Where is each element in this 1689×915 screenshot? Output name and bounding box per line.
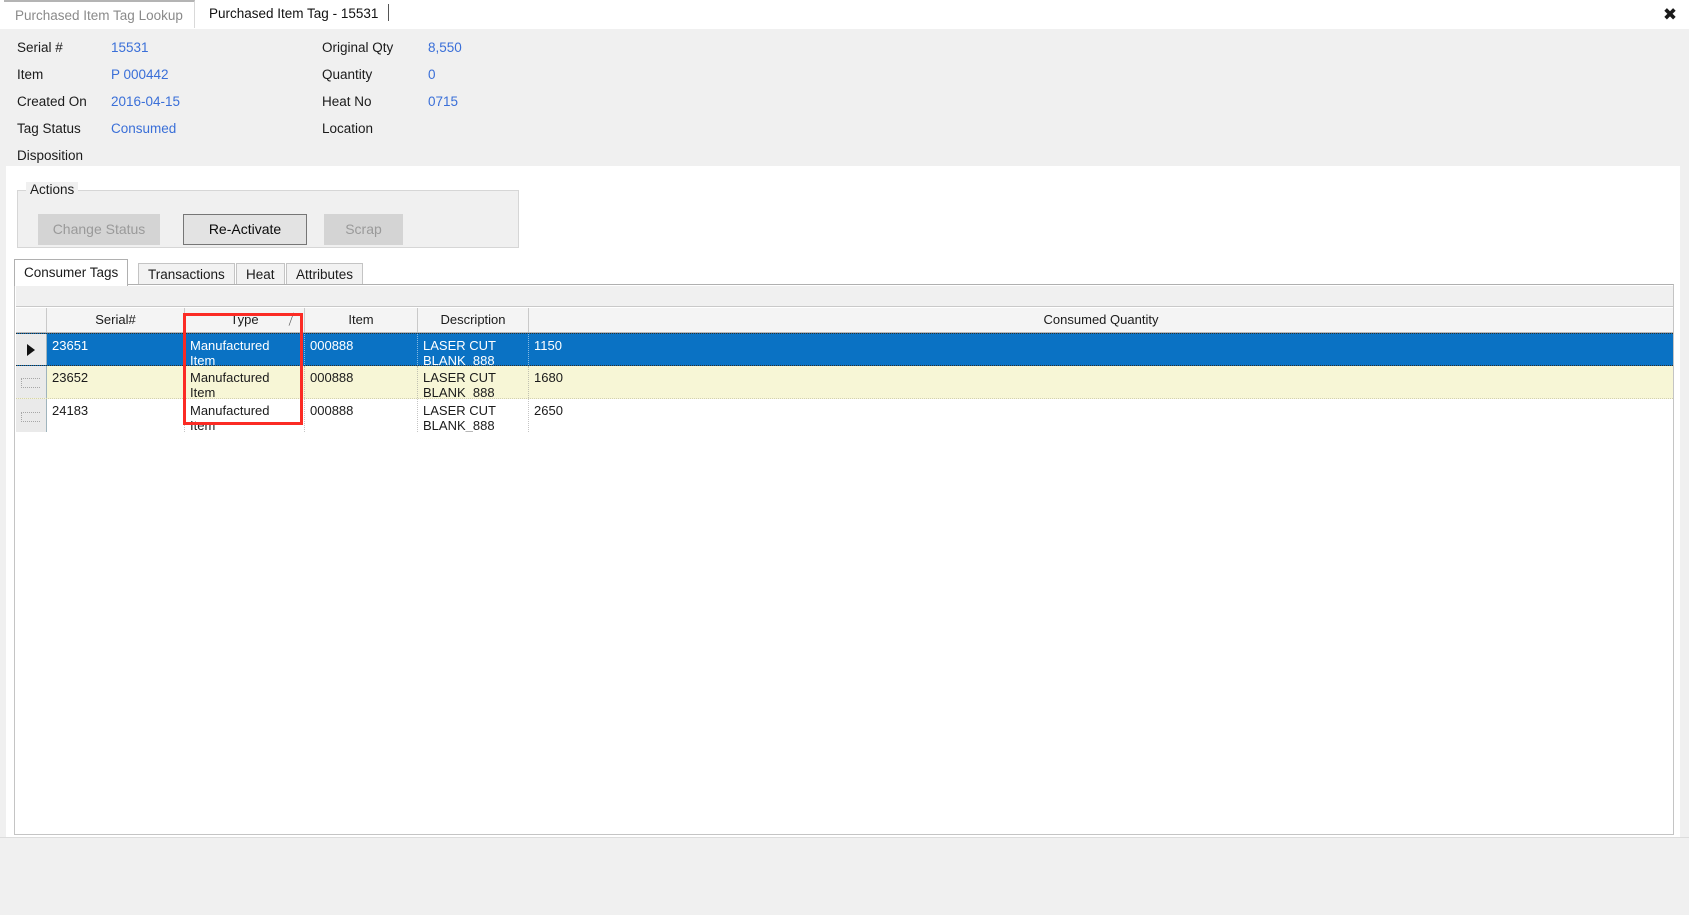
cell-item: 000888: [305, 366, 418, 398]
column-header-description[interactable]: Description: [418, 308, 529, 332]
cell-type: Manufactured Item: [185, 366, 305, 398]
table-row[interactable]: 24183 Manufactured Item 000888 LASER CUT…: [16, 399, 1673, 432]
label-quantity: Quantity: [322, 67, 373, 82]
label-item: Item: [17, 67, 44, 82]
column-header-serial[interactable]: Serial#: [47, 308, 185, 332]
tab-caret: [388, 4, 390, 21]
value-tag-status: Consumed: [111, 121, 177, 136]
column-header-type-label: Type: [230, 312, 259, 327]
cell-description: LASER CUT BLANK_888: [418, 366, 529, 398]
tab-transactions-label: Transactions: [148, 267, 225, 282]
sort-ascending-icon: ╱: [289, 314, 295, 326]
cell-item: 000888: [305, 399, 418, 432]
close-icon[interactable]: ✖: [1659, 5, 1681, 25]
label-heat-no: Heat No: [322, 94, 372, 109]
tab-heat[interactable]: Heat: [236, 263, 285, 286]
change-status-button[interactable]: Change Status: [38, 214, 160, 245]
label-tag-status: Tag Status: [17, 121, 81, 136]
document-tab-strip: Purchased Item Tag Lookup Purchased Item…: [0, 0, 1689, 30]
tag-detail-panel: Serial # 15531 Item P 000442 Created On …: [0, 29, 1689, 166]
value-quantity: 0: [428, 67, 436, 82]
grid-toolbar: [16, 286, 1673, 307]
cell-description: LASER CUT BLANK_888: [418, 334, 529, 365]
cell-item: 000888: [305, 334, 418, 365]
row-selector-cell[interactable]: [16, 366, 47, 398]
cell-description: LASER CUT BLANK_888: [418, 399, 529, 432]
current-row-indicator-icon: [27, 343, 35, 356]
column-header-type[interactable]: Type ╱: [185, 308, 305, 332]
scrap-button[interactable]: Scrap: [324, 214, 403, 245]
label-serial-number: Serial #: [17, 40, 63, 55]
cell-consumed-quantity: 1680: [534, 370, 563, 385]
value-created-on: 2016-04-15: [111, 94, 181, 109]
document-tab-lookup[interactable]: Purchased Item Tag Lookup: [4, 0, 195, 28]
left-rail: [0, 166, 6, 837]
cell-serial: 23652: [47, 366, 185, 398]
value-serial-number: 15531: [111, 40, 149, 55]
row-selector-cell[interactable]: [16, 399, 47, 432]
re-activate-button[interactable]: Re-Activate: [183, 214, 307, 245]
label-created-on: Created On: [17, 94, 87, 109]
value-heat-no: 0715: [428, 94, 459, 109]
row-selector-cell[interactable]: [16, 334, 47, 365]
cell-consumed-quantity: 1150: [534, 338, 562, 353]
table-row[interactable]: 23651 Manufactured Item 000888 LASER CUT…: [16, 333, 1673, 366]
tab-heat-label: Heat: [246, 267, 275, 282]
tab-consumer-tags-label: Consumer Tags: [24, 265, 119, 280]
column-header-item[interactable]: Item: [305, 308, 418, 332]
row-handle-icon: [21, 411, 40, 422]
document-tab-detail-label: Purchased Item Tag - 15531: [209, 6, 379, 21]
actions-group-legend: Actions: [26, 182, 79, 197]
label-disposition: Disposition: [17, 148, 84, 163]
consumer-tags-grid[interactable]: Serial# Type ╱ Item Description Consumed…: [16, 308, 1673, 834]
purchased-item-tag-window: Purchased Item Tag Lookup Purchased Item…: [0, 0, 1689, 915]
cell-serial: 24183: [47, 399, 185, 432]
value-item: P 000442: [111, 67, 169, 82]
consumer-tags-tab-page: Serial# Type ╱ Item Description Consumed…: [14, 284, 1674, 835]
detail-tab-bar: Consumer Tags Transactions Heat Attribut…: [14, 259, 1674, 286]
label-location: Location: [322, 121, 374, 136]
grid-header-row: Serial# Type ╱ Item Description Consumed…: [16, 308, 1673, 333]
cell-consumed-quantity: 2650: [534, 403, 563, 418]
right-rail: [1680, 166, 1689, 837]
document-tab-detail[interactable]: Purchased Item Tag - 15531: [198, 0, 401, 28]
tab-attributes-label: Attributes: [296, 267, 354, 282]
cell-serial: 23651: [47, 334, 185, 365]
column-header-consumed-quantity[interactable]: Consumed Quantity: [529, 308, 1673, 332]
tab-transactions[interactable]: Transactions: [138, 263, 235, 286]
cell-type: Manufactured Item: [185, 334, 305, 365]
tab-consumer-tags[interactable]: Consumer Tags: [14, 259, 129, 286]
window-bottom-strip: [0, 837, 1689, 915]
label-original-qty: Original Qty: [322, 40, 394, 55]
table-row[interactable]: 23652 Manufactured Item 000888 LASER CUT…: [16, 366, 1673, 399]
grid-header-row-selector: [16, 308, 47, 332]
document-tab-lookup-label: Purchased Item Tag Lookup: [15, 8, 183, 23]
cell-type: Manufactured Item: [185, 399, 305, 432]
value-original-qty: 8,550: [428, 40, 462, 55]
tab-attributes[interactable]: Attributes: [286, 263, 364, 286]
row-handle-icon: [21, 378, 40, 388]
